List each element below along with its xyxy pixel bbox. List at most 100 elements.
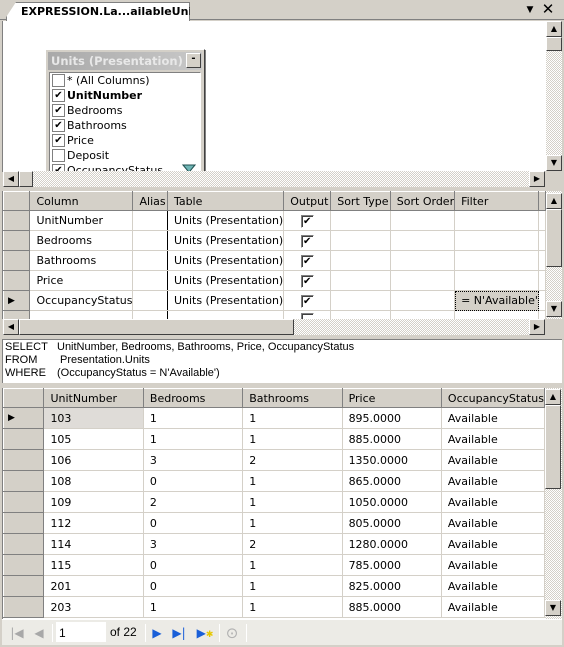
row-selector[interactable]: ▶ [3,407,45,429]
column-checkbox[interactable] [52,74,65,87]
scrollbar-thumb[interactable] [19,319,294,335]
row-selector[interactable] [3,596,45,618]
row-selector[interactable] [3,250,31,271]
result-cell[interactable]: 1 [242,470,343,492]
row-selector[interactable] [3,533,45,555]
result-row[interactable]: 114 3 2 1280.0000 Available [3,533,545,555]
result-cell[interactable]: Available [441,407,545,429]
sort-order-cell[interactable] [390,210,456,231]
diagram-vertical-scrollbar[interactable]: ▲ ▼ [546,21,562,171]
table-box-units[interactable]: Units (Presentation) - * (All Columns) ✔ U… [45,49,205,181]
column-header[interactable]: Filter [454,191,539,211]
result-row[interactable]: ▶ 103 1 1 895.0000 Available [3,407,545,429]
first-record-icon[interactable]: |◀ [8,624,26,642]
new-record-icon[interactable]: ▶✱ [194,624,216,642]
empty-cell[interactable] [29,310,134,319]
column-header[interactable]: Bedrooms [142,388,244,408]
empty-cell[interactable] [167,310,285,319]
alias-cell[interactable] [132,250,168,271]
criteria-vertical-scrollbar[interactable]: ▲ ▼ [546,191,562,319]
table-box-title[interactable]: Units (Presentation) [48,52,202,70]
result-cell[interactable]: Available [441,533,545,555]
result-cell[interactable]: 2 [242,533,343,555]
scrollbar-thumb[interactable] [546,37,562,51]
result-row[interactable]: 203 1 1 885.0000 Available [3,596,545,618]
scroll-down-icon[interactable]: ▼ [545,600,561,616]
output-checkbox[interactable]: ✔ [300,254,314,268]
result-cell[interactable]: 825.0000 [342,575,442,597]
column-cell[interactable]: Bedrooms [29,230,134,251]
filter-cell[interactable]: = N'Available' [454,290,539,311]
result-cell[interactable]: 1 [143,407,244,429]
column-header[interactable]: Sort Order [389,191,456,211]
column-item[interactable]: ✔ Bedrooms [52,104,200,119]
sort-order-cell[interactable] [390,270,456,291]
criteria-row[interactable]: Bathrooms Units (Presentation) ✔ [3,250,546,271]
result-cell[interactable]: 785.0000 [342,554,442,576]
row-selector[interactable] [3,575,45,597]
row-selector[interactable] [3,428,45,450]
row-selector[interactable] [3,270,31,291]
column-checkbox[interactable] [52,149,65,162]
result-cell[interactable]: 108 [43,470,144,492]
result-cell[interactable]: 115 [43,554,144,576]
scroll-right-icon[interactable]: ▶ [529,319,545,335]
alias-cell[interactable] [132,210,168,231]
close-icon[interactable]: ✕ [541,1,555,17]
result-row[interactable]: 108 0 1 865.0000 Available [3,470,545,492]
document-tab[interactable]: EXPRESSION.La...ailableUnits* [6,2,190,21]
result-row[interactable]: 109 2 1 1050.0000 Available [3,491,545,513]
result-row[interactable]: 201 0 1 825.0000 Available [3,575,545,597]
result-cell[interactable]: 0 [143,554,244,576]
scroll-up-icon[interactable]: ▲ [546,193,562,209]
scroll-left-icon[interactable]: ◀ [3,319,19,335]
result-cell[interactable]: Available [441,575,545,597]
row-selector[interactable] [3,449,45,471]
column-cell[interactable]: UnitNumber [29,210,134,231]
result-row[interactable]: 106 3 2 1350.0000 Available [3,449,545,471]
column-item[interactable]: ✔ Price [52,134,200,149]
result-cell[interactable]: Available [441,596,545,618]
table-cell[interactable]: Units (Presentation) [167,250,285,271]
sort-type-cell[interactable] [330,250,391,271]
result-cell[interactable]: 1 [242,575,343,597]
empty-cell[interactable] [454,310,539,319]
result-cell[interactable]: Available [441,491,545,513]
result-cell[interactable]: Available [441,470,545,492]
output-checkbox[interactable]: ✔ [300,294,314,308]
column-checkbox[interactable]: ✔ [52,119,65,132]
empty-cell[interactable] [283,310,332,319]
result-cell[interactable]: 885.0000 [342,428,442,450]
result-cell[interactable]: Available [441,428,545,450]
row-selector[interactable] [3,210,31,231]
result-cell[interactable]: 1 [242,407,343,429]
result-cell[interactable]: 2 [242,449,343,471]
scroll-down-icon[interactable]: ▼ [546,155,562,171]
column-header[interactable]: UnitNumber [43,388,144,408]
result-cell[interactable]: 106 [43,449,144,471]
result-cell[interactable]: 885.0000 [342,596,442,618]
result-cell[interactable]: Available [441,449,545,471]
result-cell[interactable]: 1350.0000 [342,449,442,471]
result-cell[interactable]: Available [441,554,545,576]
result-cell[interactable]: 103 [43,407,144,429]
filter-cell[interactable] [454,250,539,271]
result-cell[interactable]: 0 [143,512,244,534]
minimize-button[interactable]: - [186,53,201,68]
result-cell[interactable]: 0 [143,575,244,597]
scrollbar-thumb[interactable] [19,171,33,187]
column-cell[interactable]: Bathrooms [29,250,134,271]
current-record-input[interactable] [56,622,106,642]
column-header[interactable]: Alias [132,191,168,211]
result-cell[interactable]: 895.0000 [342,407,442,429]
result-cell[interactable]: 3 [143,449,244,471]
result-cell[interactable]: 2 [143,491,244,513]
result-cell[interactable]: 1 [242,491,343,513]
result-cell[interactable]: 1050.0000 [342,491,442,513]
column-cell[interactable]: OccupancyStatus [29,290,134,311]
result-row[interactable]: 112 0 1 805.0000 Available [3,512,545,534]
result-cell[interactable]: 1 [242,512,343,534]
column-checkbox[interactable]: ✔ [52,134,65,147]
row-selector[interactable] [3,470,45,492]
row-selector[interactable] [3,554,45,576]
